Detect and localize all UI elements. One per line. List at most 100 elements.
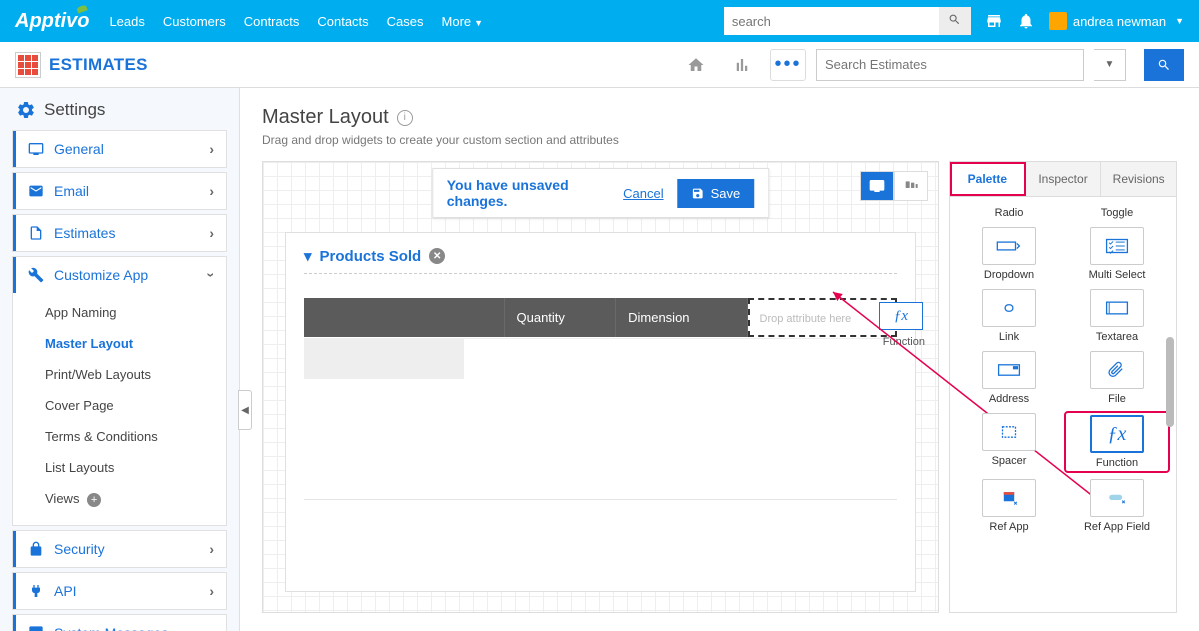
- ref-app-icon: [996, 488, 1022, 508]
- tab-inspector[interactable]: Inspector: [1026, 162, 1102, 196]
- top-right-icons: andrea newman ▼: [985, 12, 1184, 30]
- section-divider: [304, 273, 897, 274]
- chevron-down-icon: ›: [204, 273, 220, 278]
- section-header: ▾ Products Sold ✕: [304, 247, 897, 265]
- palette-tabs: Palette Inspector Revisions: [950, 162, 1176, 197]
- palette-item-ref-app[interactable]: Ref App: [958, 479, 1060, 533]
- palette-item-textarea[interactable]: Textarea: [1066, 289, 1168, 343]
- app-icon: [15, 52, 41, 78]
- tab-palette[interactable]: Palette: [950, 162, 1026, 196]
- subitem-app-naming[interactable]: App Naming: [13, 297, 226, 328]
- subitem-views[interactable]: Views +: [13, 483, 226, 515]
- page-subtitle: Drag and drop widgets to create your cus…: [262, 133, 1177, 147]
- settings-heading: Settings: [12, 100, 227, 120]
- paperclip-icon: [1104, 360, 1130, 380]
- sidebar-item-system-messages[interactable]: System Messages ›: [13, 615, 226, 631]
- save-button[interactable]: Save: [678, 179, 755, 208]
- ref-app-field-icon: [1104, 488, 1130, 508]
- chevron-right-icon: ›: [209, 541, 214, 557]
- fx-icon: ƒx: [1108, 423, 1127, 446]
- app-search-dropdown[interactable]: ▼: [1094, 49, 1126, 81]
- sidebar-item-security[interactable]: Security ›: [13, 531, 226, 567]
- sidebar-item-customize-app[interactable]: Customize App ›: [13, 257, 226, 293]
- palette-item-dropdown[interactable]: Dropdown: [958, 227, 1060, 281]
- function-chip-label: Function: [883, 336, 925, 348]
- notifications-icon[interactable]: [1017, 12, 1035, 30]
- palette-item-function-highlighted: ƒxFunction: [1066, 413, 1168, 471]
- nav-contacts[interactable]: Contacts: [317, 14, 368, 29]
- store-icon[interactable]: [985, 12, 1003, 30]
- user-name: andrea newman: [1073, 14, 1166, 29]
- customize-app-subitems: App Naming Master Layout Print/Web Layou…: [13, 293, 226, 525]
- nav-cases[interactable]: Cases: [387, 14, 424, 29]
- sidebar-item-email[interactable]: Email ›: [13, 173, 226, 209]
- palette-item-spacer[interactable]: Spacer: [958, 413, 1060, 471]
- palette-item-address[interactable]: Address: [958, 351, 1060, 405]
- palette-body[interactable]: Radio Toggle Dropdown Multi Select Link …: [950, 197, 1176, 612]
- subitem-list-layouts[interactable]: List Layouts: [13, 452, 226, 483]
- app-search-input[interactable]: [816, 49, 1084, 81]
- palette-item-radio[interactable]: Radio: [958, 207, 1060, 219]
- view-mode-toggle: [860, 171, 928, 201]
- collapse-icon[interactable]: ▾: [304, 247, 312, 265]
- sidebar-item-api[interactable]: API ›: [13, 573, 226, 609]
- devices-icon: [903, 178, 919, 194]
- col-blank[interactable]: [304, 298, 504, 337]
- palette-item-link[interactable]: Link: [958, 289, 1060, 343]
- sidebar-item-general[interactable]: General ›: [13, 131, 226, 167]
- subitem-master-layout[interactable]: Master Layout: [13, 328, 226, 359]
- search-icon: [1157, 58, 1171, 72]
- tab-revisions[interactable]: Revisions: [1101, 162, 1176, 196]
- nav-contracts[interactable]: Contracts: [244, 14, 300, 29]
- gear-icon: [16, 100, 36, 120]
- nav-leads[interactable]: Leads: [109, 14, 144, 29]
- mobile-view-button[interactable]: [894, 171, 928, 201]
- app-search-button[interactable]: [1144, 49, 1184, 81]
- plug-icon: [28, 583, 44, 599]
- main-content: Master Layout i Drag and drop widgets to…: [240, 88, 1199, 631]
- cancel-button[interactable]: Cancel: [623, 186, 663, 201]
- palette-item-function[interactable]: ƒxFunction: [1068, 415, 1166, 469]
- brand-logo[interactable]: Apptivo: [15, 10, 89, 33]
- monitor-icon: [869, 178, 885, 194]
- user-menu[interactable]: andrea newman ▼: [1049, 12, 1184, 30]
- palette-item-multi-select[interactable]: Multi Select: [1066, 227, 1168, 281]
- nav-more[interactable]: More▼: [442, 14, 484, 29]
- global-search-button[interactable]: [939, 7, 971, 35]
- envelope-icon: [28, 183, 44, 199]
- function-chip-dragging[interactable]: ƒx: [879, 302, 923, 330]
- attribute-dropzone[interactable]: Drop attribute here ƒx Function: [748, 298, 898, 337]
- chevron-right-icon: ›: [209, 583, 214, 599]
- palette-scrollbar[interactable]: [1166, 337, 1174, 427]
- subitem-cover-page[interactable]: Cover Page: [13, 390, 226, 421]
- plus-icon: +: [87, 493, 101, 507]
- subitem-print-web-layouts[interactable]: Print/Web Layouts: [13, 359, 226, 390]
- desktop-view-button[interactable]: [860, 171, 894, 201]
- top-navbar: Apptivo Leads Customers Contracts Contac…: [0, 0, 1199, 42]
- home-button[interactable]: [678, 49, 714, 81]
- address-icon: [996, 360, 1022, 380]
- page-title: Master Layout i: [262, 106, 1177, 129]
- sidebar-item-estimates[interactable]: Estimates ›: [13, 215, 226, 251]
- subitem-terms-conditions[interactable]: Terms & Conditions: [13, 421, 226, 452]
- layout-canvas[interactable]: You have unsaved changes. Cancel Save ▾ …: [262, 161, 939, 613]
- wrench-icon: [28, 267, 44, 283]
- attributes-table: Quantity Dimension Drop attribute here ƒ…: [304, 298, 897, 379]
- info-icon[interactable]: i: [397, 110, 413, 126]
- chevron-right-icon: ›: [209, 183, 214, 199]
- col-dimension[interactable]: Dimension: [616, 298, 747, 337]
- section-products-sold[interactable]: ▾ Products Sold ✕ Quantity Dimension: [285, 232, 916, 592]
- user-avatar-icon: [1049, 12, 1067, 30]
- reports-button[interactable]: [724, 49, 760, 81]
- dropdown-icon: [996, 236, 1022, 256]
- home-icon: [687, 56, 705, 74]
- palette-panel: Palette Inspector Revisions Radio Toggle…: [949, 161, 1177, 613]
- remove-section-button[interactable]: ✕: [429, 248, 445, 264]
- palette-item-ref-app-field[interactable]: Ref App Field: [1066, 479, 1168, 533]
- palette-item-toggle[interactable]: Toggle: [1066, 207, 1168, 219]
- col-quantity[interactable]: Quantity: [504, 298, 616, 337]
- palette-item-file[interactable]: File: [1066, 351, 1168, 405]
- nav-customers[interactable]: Customers: [163, 14, 226, 29]
- global-search-input[interactable]: [724, 7, 939, 35]
- more-actions-button[interactable]: •••: [770, 49, 806, 81]
